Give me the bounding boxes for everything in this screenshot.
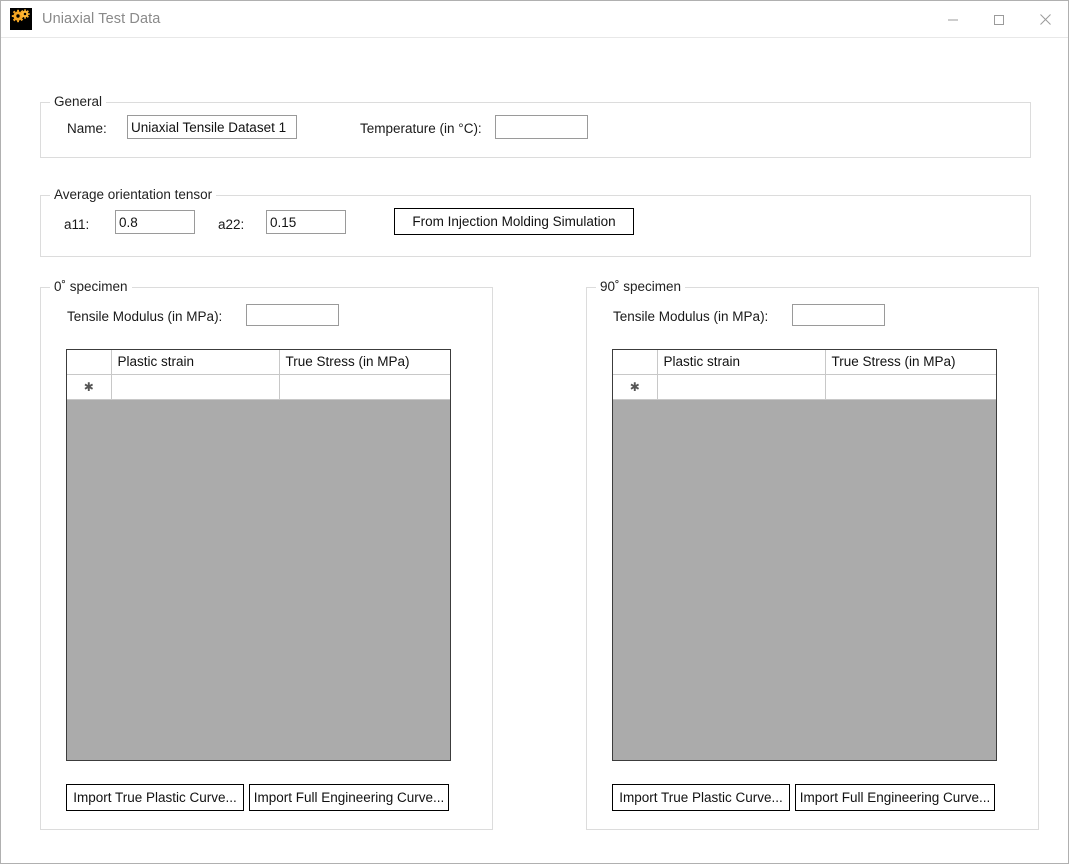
a22-input[interactable] [266,210,346,234]
specimen-0-col-plastic-strain[interactable]: Plastic strain [111,350,279,374]
asterisk-icon: ✱ [84,375,94,399]
close-button[interactable] [1022,1,1068,38]
window-controls [930,1,1068,38]
from-injection-molding-simulation-button[interactable]: From Injection Molding Simulation [394,208,634,235]
a11-label: a11: [64,217,89,232]
new-row-plastic-strain-cell[interactable] [111,374,279,399]
uniaxial-test-data-window: Uniaxial Test Data Gen [0,0,1069,864]
specimen-90-group-legend: 90˚ specimen [596,279,685,294]
specimen-90-modulus-input[interactable] [792,304,885,326]
gears-icon-svg [10,8,32,30]
specimen-0-col-rowheader[interactable] [67,350,111,374]
a22-label: a22: [218,217,244,232]
minimize-button[interactable] [930,1,976,38]
name-input[interactable] [127,115,297,139]
table-row-new[interactable]: ✱ [613,374,996,399]
window-title: Uniaxial Test Data [42,11,160,27]
specimen-0-group-legend: 0˚ specimen [50,279,132,294]
specimen-0-modulus-input[interactable] [246,304,339,326]
specimen-90-modulus-label: Tensile Modulus (in MPa): [613,309,768,324]
specimen-90-data-grid[interactable]: Plastic strain True Stress (in MPa) ✱ [612,349,997,761]
specimen-0-data-grid[interactable]: Plastic strain True Stress (in MPa) ✱ [66,349,451,761]
new-row-true-stress-cell[interactable] [279,374,450,399]
maximize-button[interactable] [976,1,1022,38]
orientation-tensor-group: Average orientation tensor a11: a22: Fro… [40,195,1031,257]
minimize-icon [947,14,959,26]
new-row-marker-cell[interactable]: ✱ [613,374,657,399]
specimen-90-grid-body: ✱ [613,374,996,399]
specimen-90-col-plastic-strain[interactable]: Plastic strain [657,350,825,374]
asterisk-icon: ✱ [630,375,640,399]
new-row-plastic-strain-cell[interactable] [657,374,825,399]
dialog-client-area: General Name: Temperature (in °C): Avera… [1,38,1068,863]
specimen-0-grid-table: Plastic strain True Stress (in MPa) ✱ [67,350,450,400]
specimen-0-grid-header: Plastic strain True Stress (in MPa) [67,350,450,374]
specimen-0-col-true-stress[interactable]: True Stress (in MPa) [279,350,450,374]
specimen-0-modulus-label: Tensile Modulus (in MPa): [67,309,222,324]
maximize-icon [993,14,1005,26]
temperature-input[interactable] [495,115,588,139]
new-row-marker-cell[interactable]: ✱ [67,374,111,399]
title-bar: Uniaxial Test Data [1,1,1068,38]
new-row-true-stress-cell[interactable] [825,374,996,399]
orientation-tensor-group-legend: Average orientation tensor [50,187,216,202]
dialog-footer: OK Cancel [1,807,1068,863]
close-icon [1039,13,1052,26]
table-row-new[interactable]: ✱ [67,374,450,399]
gears-icon [10,8,32,30]
table-header-row: Plastic strain True Stress (in MPa) [67,350,450,374]
specimen-90-group: 90˚ specimen Tensile Modulus (in MPa): P… [586,287,1039,830]
specimen-90-col-true-stress[interactable]: True Stress (in MPa) [825,350,996,374]
a11-input[interactable] [115,210,195,234]
table-header-row: Plastic strain True Stress (in MPa) [613,350,996,374]
specimen-0-grid-body: ✱ [67,374,450,399]
specimen-90-grid-header: Plastic strain True Stress (in MPa) [613,350,996,374]
general-group-legend: General [50,94,106,109]
specimen-90-grid-table: Plastic strain True Stress (in MPa) ✱ [613,350,996,400]
name-label: Name: [67,121,107,136]
specimen-90-col-rowheader[interactable] [613,350,657,374]
temperature-label: Temperature (in °C): [360,121,482,136]
general-group: General Name: Temperature (in °C): [40,102,1031,158]
specimen-0-group: 0˚ specimen Tensile Modulus (in MPa): Pl… [40,287,493,830]
